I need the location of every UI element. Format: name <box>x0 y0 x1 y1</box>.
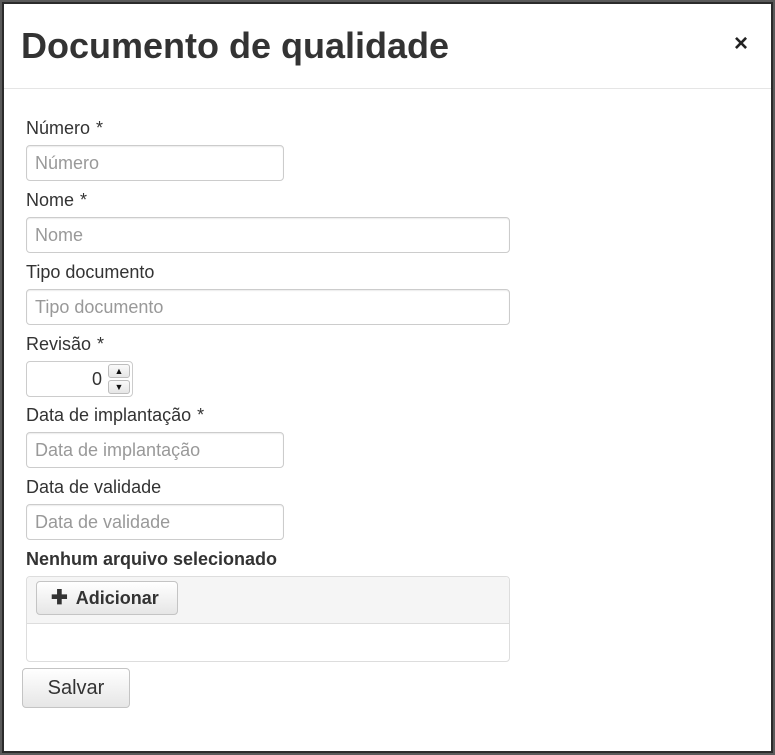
data-validade-label: Data de validade <box>26 477 162 497</box>
save-button[interactable]: Salvar <box>22 668 130 708</box>
stepper-buttons: ▲ ▼ <box>108 364 130 394</box>
close-icon[interactable]: × <box>731 32 751 56</box>
quality-document-dialog: Documento de qualidade × Número* Nome* T… <box>2 2 773 753</box>
required-mark: * <box>80 190 88 210</box>
data-implantacao-label: Data de implantação * <box>26 405 204 425</box>
required-mark: * <box>97 334 105 354</box>
file-upload-toolbar: ✚ Adicionar <box>27 577 509 624</box>
revisao-value[interactable]: 0 <box>92 362 102 396</box>
data-validade-input[interactable] <box>26 504 284 540</box>
add-file-label: Adicionar <box>75 588 159 608</box>
required-mark: * <box>96 118 104 138</box>
tipo-documento-label: Tipo documento <box>26 262 155 282</box>
revisao-stepper[interactable]: 0 ▲ ▼ <box>26 361 133 397</box>
nome-input[interactable] <box>26 217 510 253</box>
file-status-label: Nenhum arquivo selecionado <box>26 549 278 569</box>
revisao-label-text: Revisão <box>26 334 92 354</box>
dialog-header: Documento de qualidade × <box>4 4 771 89</box>
numero-label-text: Número <box>26 118 91 138</box>
required-mark: * <box>197 405 205 425</box>
file-upload-panel: ✚ Adicionar <box>26 576 510 662</box>
tipo-documento-input[interactable] <box>26 289 510 325</box>
add-file-button[interactable]: ✚ Adicionar <box>36 581 178 615</box>
plus-icon: ✚ <box>51 587 68 609</box>
nome-label-text: Nome <box>26 190 75 210</box>
chevron-up-icon[interactable]: ▲ <box>108 364 130 378</box>
data-implantacao-input[interactable] <box>26 432 284 468</box>
chevron-down-icon[interactable]: ▼ <box>108 380 130 394</box>
dialog-title: Documento de qualidade <box>21 25 450 66</box>
nome-label: Nome * <box>26 190 87 210</box>
numero-input[interactable] <box>26 145 284 181</box>
data-implantacao-label-text: Data de implantação <box>26 405 192 425</box>
revisao-label: Revisão * <box>26 334 104 354</box>
numero-label: Número * <box>26 118 103 138</box>
